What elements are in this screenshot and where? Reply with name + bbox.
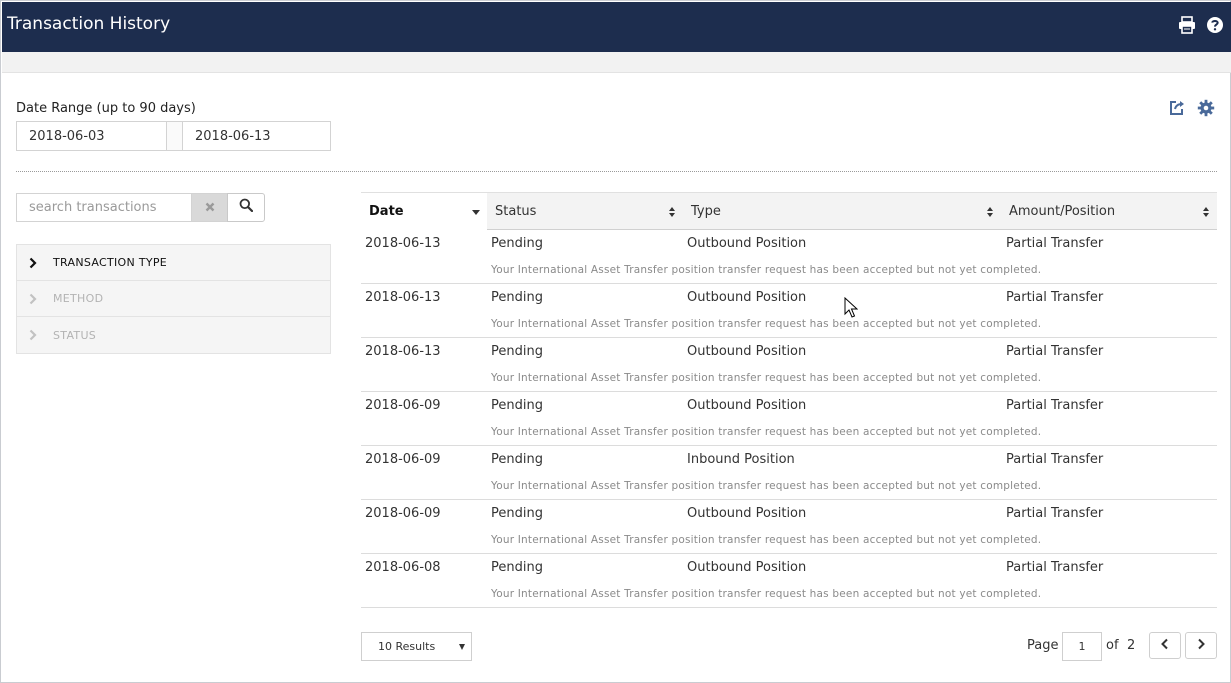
column-header-label: Type [691, 204, 721, 219]
row-description: Your International Asset Transfer positi… [491, 426, 1042, 438]
app-window: Transaction History Date Range (up to 90… [0, 0, 1231, 683]
cell-date: 2018-06-13 [365, 236, 441, 251]
date-range-picker [16, 121, 331, 151]
clear-search-button[interactable] [191, 193, 228, 222]
cell-date: 2018-06-13 [365, 344, 441, 359]
cell-amount: Partial Transfer [1006, 506, 1104, 521]
page-number-input[interactable] [1062, 632, 1102, 661]
date-range-separator [166, 122, 183, 150]
sort-icon [985, 206, 995, 218]
chevron-right-icon [27, 329, 39, 341]
cell-date: 2018-06-13 [365, 290, 441, 305]
date-to-input[interactable] [183, 122, 330, 150]
cell-type: Outbound Position [687, 236, 807, 251]
date-from-input[interactable] [17, 122, 167, 150]
table-row[interactable]: 2018-06-09 Pending Outbound Position Par… [361, 500, 1217, 554]
cell-amount: Partial Transfer [1006, 452, 1104, 467]
filter-label: TRANSACTION TYPE [53, 256, 168, 269]
cell-status: Pending [491, 398, 543, 413]
cell-type: Outbound Position [687, 344, 807, 359]
sort-icon [667, 206, 677, 218]
print-icon[interactable] [1177, 15, 1197, 35]
page-label: Page [1027, 638, 1059, 653]
results-per-page-select[interactable]: 10 Results [361, 632, 472, 661]
table-row[interactable]: 2018-06-13 Pending Outbound Position Par… [361, 338, 1217, 392]
sort-icon [1201, 206, 1211, 218]
filter-label: METHOD [53, 292, 104, 305]
row-description: Your International Asset Transfer positi… [491, 372, 1042, 384]
cell-type: Outbound Position [687, 560, 807, 575]
help-icon[interactable] [1205, 15, 1225, 35]
search-icon [239, 198, 254, 217]
column-header-date[interactable]: Date [361, 193, 487, 230]
table-row[interactable]: 2018-06-08 Pending Outbound Position Par… [361, 554, 1217, 608]
cell-date: 2018-06-09 [365, 398, 441, 413]
transactions-table: Date Status Type Amount/Position 2018-06… [361, 192, 1217, 608]
cell-date: 2018-06-09 [365, 506, 441, 521]
column-header-status[interactable]: Status [487, 193, 683, 230]
total-pages: 2 [1127, 638, 1136, 653]
cell-type: Inbound Position [687, 452, 795, 467]
of-label: of [1106, 638, 1119, 653]
cell-type: Outbound Position [687, 290, 807, 305]
column-header-label: Status [495, 204, 537, 219]
row-description: Your International Asset Transfer positi… [491, 318, 1042, 330]
chevron-left-icon [1160, 637, 1170, 655]
cell-date: 2018-06-08 [365, 560, 441, 575]
page-title: Transaction History [7, 14, 171, 34]
mouse-cursor-icon [844, 296, 859, 319]
cell-status: Pending [491, 452, 543, 467]
cell-type: Outbound Position [687, 506, 807, 521]
cell-type: Outbound Position [687, 398, 807, 413]
search-input[interactable] [16, 193, 192, 222]
export-icon[interactable] [1168, 99, 1186, 117]
row-description: Your International Asset Transfer positi… [491, 480, 1042, 492]
date-range-label: Date Range (up to 90 days) [16, 101, 196, 116]
sub-toolbar [2, 52, 1231, 73]
results-per-page-value: 10 Results [378, 640, 436, 653]
cell-status: Pending [491, 560, 543, 575]
table-row[interactable]: 2018-06-09 Pending Inbound Position Part… [361, 446, 1217, 500]
search-button[interactable] [227, 193, 265, 222]
header-bar: Transaction History [2, 2, 1231, 52]
table-row[interactable]: 2018-06-13 Pending Outbound Position Par… [361, 230, 1217, 284]
cell-amount: Partial Transfer [1006, 344, 1104, 359]
table-header: Date Status Type Amount/Position [361, 192, 1217, 230]
next-page-button[interactable] [1185, 632, 1217, 659]
gear-icon[interactable] [1197, 99, 1215, 117]
filter-method[interactable]: METHOD [17, 281, 330, 317]
filter-label: STATUS [53, 328, 97, 342]
cell-date: 2018-06-09 [365, 452, 441, 467]
column-header-label: Date [369, 204, 404, 219]
cell-amount: Partial Transfer [1006, 236, 1104, 251]
sort-desc-icon [471, 206, 481, 218]
column-header-type[interactable]: Type [683, 193, 1001, 230]
chevron-right-icon [1196, 637, 1206, 655]
table-row[interactable]: 2018-06-09 Pending Outbound Position Par… [361, 392, 1217, 446]
chevron-right-icon [27, 257, 39, 269]
cell-amount: Partial Transfer [1006, 560, 1104, 575]
cell-amount: Partial Transfer [1006, 290, 1104, 305]
chevron-right-icon [27, 293, 39, 305]
row-description: Your International Asset Transfer positi… [491, 534, 1042, 546]
cell-status: Pending [491, 506, 543, 521]
section-divider [16, 171, 1217, 172]
row-description: Your International Asset Transfer positi… [491, 264, 1042, 276]
cell-amount: Partial Transfer [1006, 398, 1104, 413]
cell-status: Pending [491, 344, 543, 359]
column-header-label: Amount/Position [1009, 204, 1116, 219]
close-icon [205, 199, 215, 217]
filter-status[interactable]: STATUS [17, 317, 330, 353]
cell-status: Pending [491, 290, 543, 305]
caret-down-icon [459, 644, 465, 650]
previous-page-button[interactable] [1149, 632, 1181, 659]
filter-transaction-type[interactable]: TRANSACTION TYPE [17, 245, 330, 281]
table-row[interactable]: 2018-06-13 Pending Outbound Position Par… [361, 284, 1217, 338]
row-description: Your International Asset Transfer positi… [491, 588, 1042, 600]
cell-status: Pending [491, 236, 543, 251]
filter-accordion: TRANSACTION TYPE METHOD STATUS [16, 244, 331, 354]
column-header-amount[interactable]: Amount/Position [1001, 193, 1217, 230]
